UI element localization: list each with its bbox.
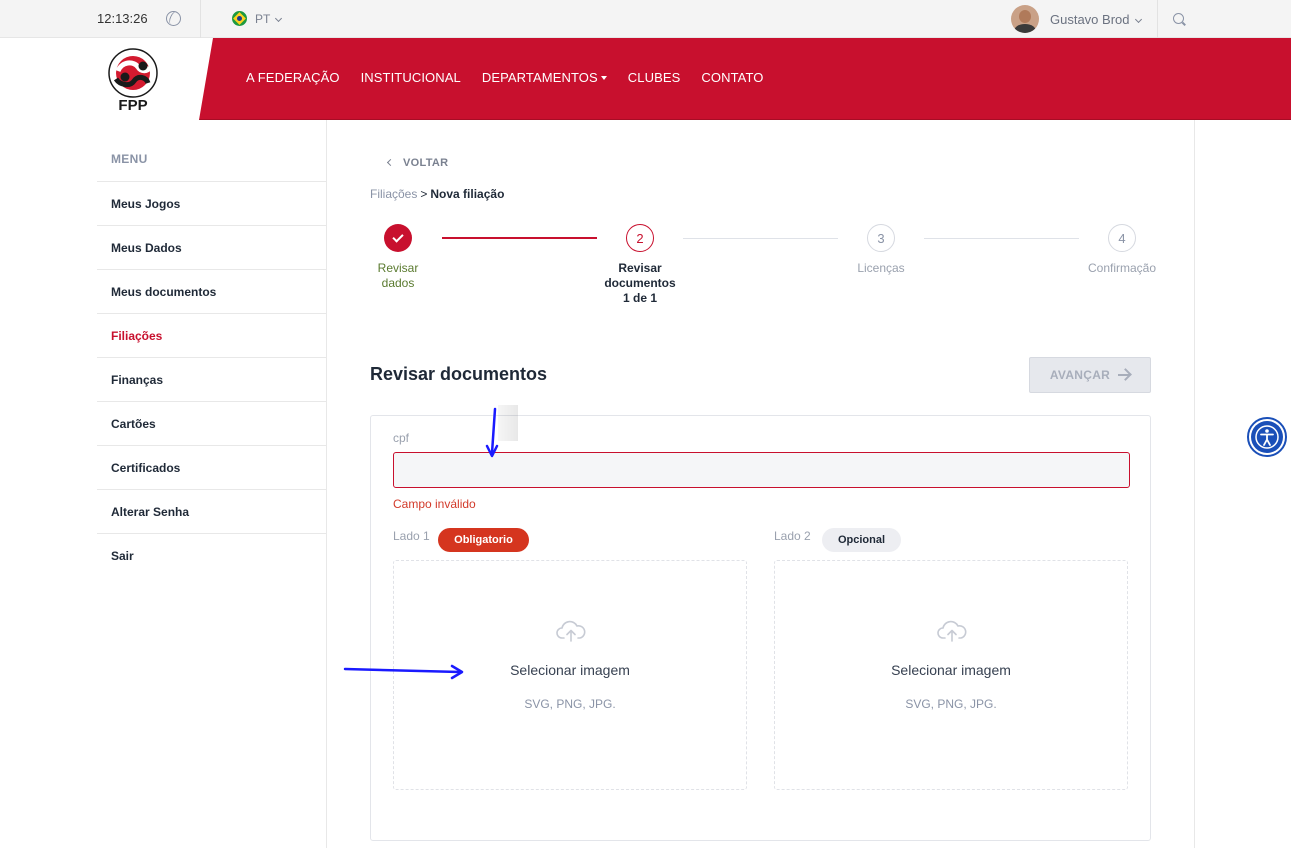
sidebar-menu: Meus Jogos Meus Dados Meus documentos Fi… — [97, 181, 327, 577]
breadcrumb-current: Nova filiação — [430, 187, 505, 201]
sidebar-item-meus-jogos[interactable]: Meus Jogos — [97, 181, 327, 225]
arrow-right-icon — [1118, 374, 1131, 376]
cpf-error-message: Campo inválido — [393, 497, 476, 511]
sidebar-item-filiacoes[interactable]: Filiações — [97, 313, 327, 357]
nav-departamentos-label: DEPARTAMENTOS — [481, 70, 598, 85]
step-label-line: documentos — [604, 276, 676, 290]
fpp-logo[interactable]: FPP — [104, 47, 162, 113]
step-connector — [924, 238, 1079, 239]
advance-button[interactable]: AVANÇAR — [1029, 357, 1151, 393]
annotation-arrow-right — [343, 664, 464, 680]
nav-departamentos[interactable]: DEPARTAMENTOS — [482, 70, 607, 85]
upload-dropzone-side-2[interactable]: Selecionar imagem SVG, PNG, JPG. — [774, 560, 1128, 790]
chevron-down-icon — [275, 14, 283, 23]
user-menu[interactable]: Gustavo Brod — [1050, 12, 1142, 27]
breadcrumb-separator: > — [420, 187, 428, 201]
sidebar-item-alterar-senha[interactable]: Alterar Senha — [97, 489, 327, 533]
divider — [1157, 0, 1158, 38]
advance-label: AVANÇAR — [1049, 368, 1111, 382]
step-4-circle: 4 — [1108, 224, 1136, 252]
sidebar-item-certificados[interactable]: Certificados — [97, 445, 327, 489]
brazil-flag-icon[interactable] — [232, 11, 247, 26]
accessibility-button[interactable] — [1247, 417, 1287, 457]
caret-down-icon — [600, 76, 607, 80]
step-1-label: Revisar dados — [363, 261, 433, 291]
sidebar-item-cartoes[interactable]: Cartões — [97, 401, 327, 445]
nav-federacao[interactable]: A FEDERAÇÃO — [246, 70, 340, 85]
search-icon[interactable] — [1173, 13, 1184, 24]
sidebar-item-meus-dados[interactable]: Meus Dados — [97, 225, 327, 269]
step-2-circle: 2 — [626, 224, 654, 252]
logo-text: FPP — [118, 97, 147, 113]
sidebar: MENU Meus Jogos Meus Dados Meus document… — [97, 120, 327, 848]
step-3-label: Licenças — [831, 261, 931, 276]
clock: 12:13:26 — [97, 11, 148, 26]
sidebar-item-meus-documentos[interactable]: Meus documentos — [97, 269, 327, 313]
step-label-line: Confirmação — [1087, 261, 1157, 275]
step-3-circle: 3 — [867, 224, 895, 252]
step-label-line: 1 de 1 — [622, 291, 658, 305]
language-code: PT — [255, 12, 271, 26]
upload-title: Selecionar imagem — [891, 662, 1011, 678]
upload-formats: SVG, PNG, JPG. — [524, 697, 616, 711]
step-connector — [442, 237, 597, 239]
chevron-left-icon — [386, 158, 395, 167]
cpf-label: cpf — [393, 431, 410, 445]
step-label-line: Revisar — [377, 261, 419, 275]
section-title: Revisar documentos — [370, 364, 548, 384]
side-1-label: Lado 1 — [393, 529, 430, 543]
annotation-arrow-down — [485, 407, 499, 458]
required-badge: Obligatorio — [438, 528, 529, 552]
main-header: FPP A FEDERAÇÃO INSTITUCIONAL DEPARTAMEN… — [0, 38, 1291, 120]
cloud-upload-icon — [556, 620, 586, 642]
ball-icon[interactable] — [166, 11, 181, 26]
back-label: VOLTAR — [403, 157, 449, 169]
main-nav: A FEDERAÇÃO INSTITUCIONAL DEPARTAMENTOS … — [246, 70, 784, 85]
main-content: VOLTAR Filiações > Nova filiação Revisar d… — [328, 120, 1195, 848]
nav-contato[interactable]: CONTATO — [701, 70, 763, 85]
avatar[interactable] — [1011, 5, 1039, 33]
step-label-line: dados — [381, 276, 415, 290]
chevron-down-icon — [1134, 15, 1142, 24]
check-icon — [392, 230, 404, 243]
step-connector — [683, 238, 838, 239]
step-1-circle — [384, 224, 412, 252]
upload-formats: SVG, PNG, JPG. — [905, 697, 997, 711]
cloud-upload-icon — [937, 620, 967, 642]
side-2-label: Lado 2 — [774, 529, 811, 543]
menu-title: MENU — [111, 152, 148, 166]
logo-area: FPP — [0, 38, 213, 120]
accessibility-person-icon — [1255, 425, 1279, 449]
optional-badge: Opcional — [822, 528, 901, 552]
step-4-label: Confirmação — [1072, 261, 1172, 276]
step-2-label: Revisar documentos 1 de 1 — [590, 261, 690, 306]
language-selector[interactable]: PT — [255, 12, 283, 26]
top-bar: 12:13:26 PT Gustavo Brod — [0, 0, 1291, 38]
documents-card: cpf Campo inválido Lado 1 Obligatorio La… — [370, 415, 1151, 841]
back-link[interactable]: VOLTAR — [386, 157, 449, 169]
step-label-line: Licenças — [857, 261, 905, 275]
accessibility-icon — [1251, 421, 1283, 453]
breadcrumb-parent[interactable]: Filiações — [370, 187, 417, 201]
nav-institucional[interactable]: INSTITUCIONAL — [361, 70, 461, 85]
nav-clubes[interactable]: CLUBES — [628, 70, 681, 85]
divider — [200, 0, 201, 38]
user-name: Gustavo Brod — [1050, 12, 1130, 27]
sidebar-item-financas[interactable]: Finanças — [97, 357, 327, 401]
breadcrumb: Filiações > Nova filiação — [370, 187, 504, 201]
sidebar-item-sair[interactable]: Sair — [97, 533, 327, 577]
step-label-line: Revisar — [618, 261, 662, 275]
